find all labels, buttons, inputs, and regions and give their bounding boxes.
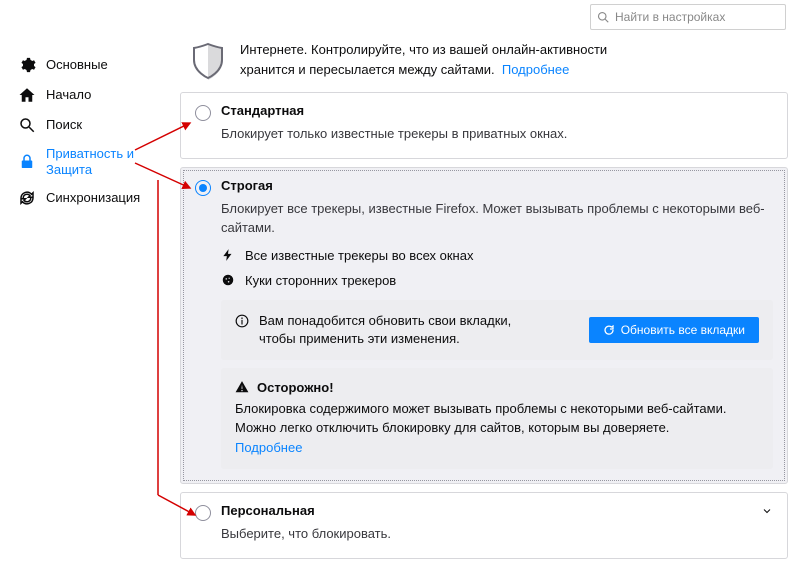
warning-title: Осторожно! — [257, 380, 334, 395]
standard-desc: Блокирует только известные трекеры в при… — [221, 125, 773, 144]
strict-desc: Блокирует все трекеры, известные Firefox… — [221, 200, 773, 238]
radio-standard[interactable] — [195, 105, 211, 121]
info-icon — [235, 314, 249, 328]
sidebar-item-label: Приватность и Защита — [46, 146, 170, 177]
topbar: Найти в настройках — [590, 4, 786, 30]
warning-icon — [235, 380, 249, 394]
reload-notice: Вам понадобится обновить свои вкладки, ч… — [221, 300, 773, 360]
intro-line2: хранится и пересылается между сайтами. — [240, 62, 495, 77]
search-placeholder: Найти в настройках — [615, 10, 725, 24]
cookie-icon — [221, 273, 235, 287]
custom-title: Персональная — [221, 503, 315, 518]
lock-icon — [18, 153, 36, 171]
option-custom[interactable]: Персональная Выберите, что блокировать. — [180, 492, 788, 559]
home-icon — [18, 86, 36, 104]
sidebar-item-sync[interactable]: Синхронизация — [14, 183, 174, 213]
sidebar-item-label: Синхронизация — [46, 190, 140, 206]
strict-title: Строгая — [221, 178, 273, 193]
gear-icon — [18, 56, 36, 74]
option-standard[interactable]: Стандартная Блокирует только известные т… — [180, 92, 788, 159]
sidebar-item-label: Основные — [46, 57, 108, 73]
sidebar: Основные Начало Поиск Приватность и Защи… — [14, 50, 174, 213]
shield-icon — [190, 42, 226, 82]
bolt-icon — [221, 248, 235, 262]
sidebar-item-label: Начало — [46, 87, 91, 103]
standard-title: Стандартная — [221, 103, 304, 118]
sidebar-item-general[interactable]: Основные — [14, 50, 174, 80]
warning-box: Осторожно! Блокировка содержимого может … — [221, 368, 773, 470]
option-strict[interactable]: Строгая Блокирует все трекеры, известные… — [180, 167, 788, 485]
intro-line1: Интернете. Контролируйте, что из вашей о… — [240, 42, 607, 57]
sync-icon — [18, 189, 36, 207]
feature-label: Все известные трекеры во всех окнах — [245, 248, 473, 263]
reload-label: Обновить все вкладки — [621, 323, 745, 337]
chevron-down-icon[interactable] — [761, 505, 773, 517]
radio-custom[interactable] — [195, 505, 211, 521]
content: Интернете. Контролируйте, что из вашей о… — [180, 40, 788, 567]
reload-tabs-button[interactable]: Обновить все вкладки — [589, 317, 759, 343]
warning-more-link[interactable]: Подробнее — [235, 440, 302, 455]
sidebar-item-search[interactable]: Поиск — [14, 110, 174, 140]
intro-text: Интернете. Контролируйте, что из вашей о… — [240, 40, 607, 79]
custom-desc: Выберите, что блокировать. — [221, 525, 773, 544]
sidebar-item-label: Поиск — [46, 117, 82, 133]
reload-icon — [603, 324, 615, 336]
intro-block: Интернете. Контролируйте, что из вашей о… — [180, 40, 788, 92]
warning-body: Блокировка содержимого может вызывать пр… — [235, 401, 726, 436]
search-input[interactable]: Найти в настройках — [590, 4, 786, 30]
feature-cookies: Куки сторонних трекеров — [221, 273, 773, 288]
notice-text: Вам понадобится обновить свои вкладки, ч… — [259, 312, 519, 348]
search-icon — [18, 116, 36, 134]
feature-label: Куки сторонних трекеров — [245, 273, 396, 288]
feature-trackers: Все известные трекеры во всех окнах — [221, 248, 773, 263]
learn-more-link[interactable]: Подробнее — [502, 62, 569, 77]
sidebar-item-home[interactable]: Начало — [14, 80, 174, 110]
radio-strict[interactable] — [195, 180, 211, 196]
search-icon — [597, 11, 609, 23]
sidebar-item-privacy[interactable]: Приватность и Защита — [14, 140, 174, 183]
